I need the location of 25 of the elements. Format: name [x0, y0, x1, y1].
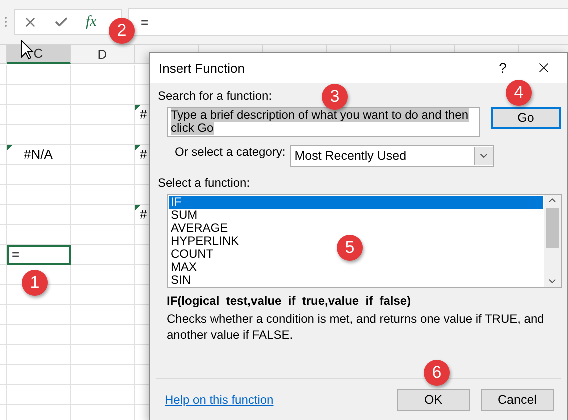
search-label: Search for a function:	[158, 89, 272, 103]
list-label: Select a function:	[158, 176, 250, 190]
category-dropdown[interactable]: Most Recently Used	[290, 145, 494, 167]
column-header[interactable]: D	[71, 45, 135, 64]
function-description: Checks whether a condition is met, and returns one value if TRUE, and another value if FALSE.	[167, 311, 546, 343]
category-label: Or select a category:	[175, 145, 286, 159]
help-button[interactable]: ?	[485, 59, 521, 77]
cancel-button[interactable]: Cancel	[481, 389, 554, 411]
list-item[interactable]: MAX	[169, 261, 200, 274]
list-item[interactable]: IF	[169, 196, 543, 209]
table-cell[interactable]: =	[7, 245, 71, 265]
list-item[interactable]: AVERAGE	[169, 222, 230, 235]
formula-field[interactable]: =	[128, 8, 568, 36]
list-item[interactable]: HYPERLINK	[169, 235, 242, 248]
insert-function-button[interactable]: fx	[85, 14, 98, 30]
function-signature: IF(logical_test,value_if_true,value_if_false)	[167, 294, 412, 308]
list-item[interactable]: SIN	[169, 274, 194, 287]
help-link[interactable]: Help on this function	[156, 393, 386, 407]
column-header[interactable]: C	[7, 45, 71, 64]
ok-button[interactable]: OK	[397, 389, 470, 411]
dialog-title: Insert Function	[159, 60, 246, 76]
search-field[interactable]: Type a brief description of what you want to do and then click Go	[167, 107, 480, 137]
go-button[interactable]: Go	[491, 107, 561, 129]
list-item[interactable]: SUM	[169, 209, 200, 222]
list-item[interactable]: COUNT	[169, 248, 216, 261]
